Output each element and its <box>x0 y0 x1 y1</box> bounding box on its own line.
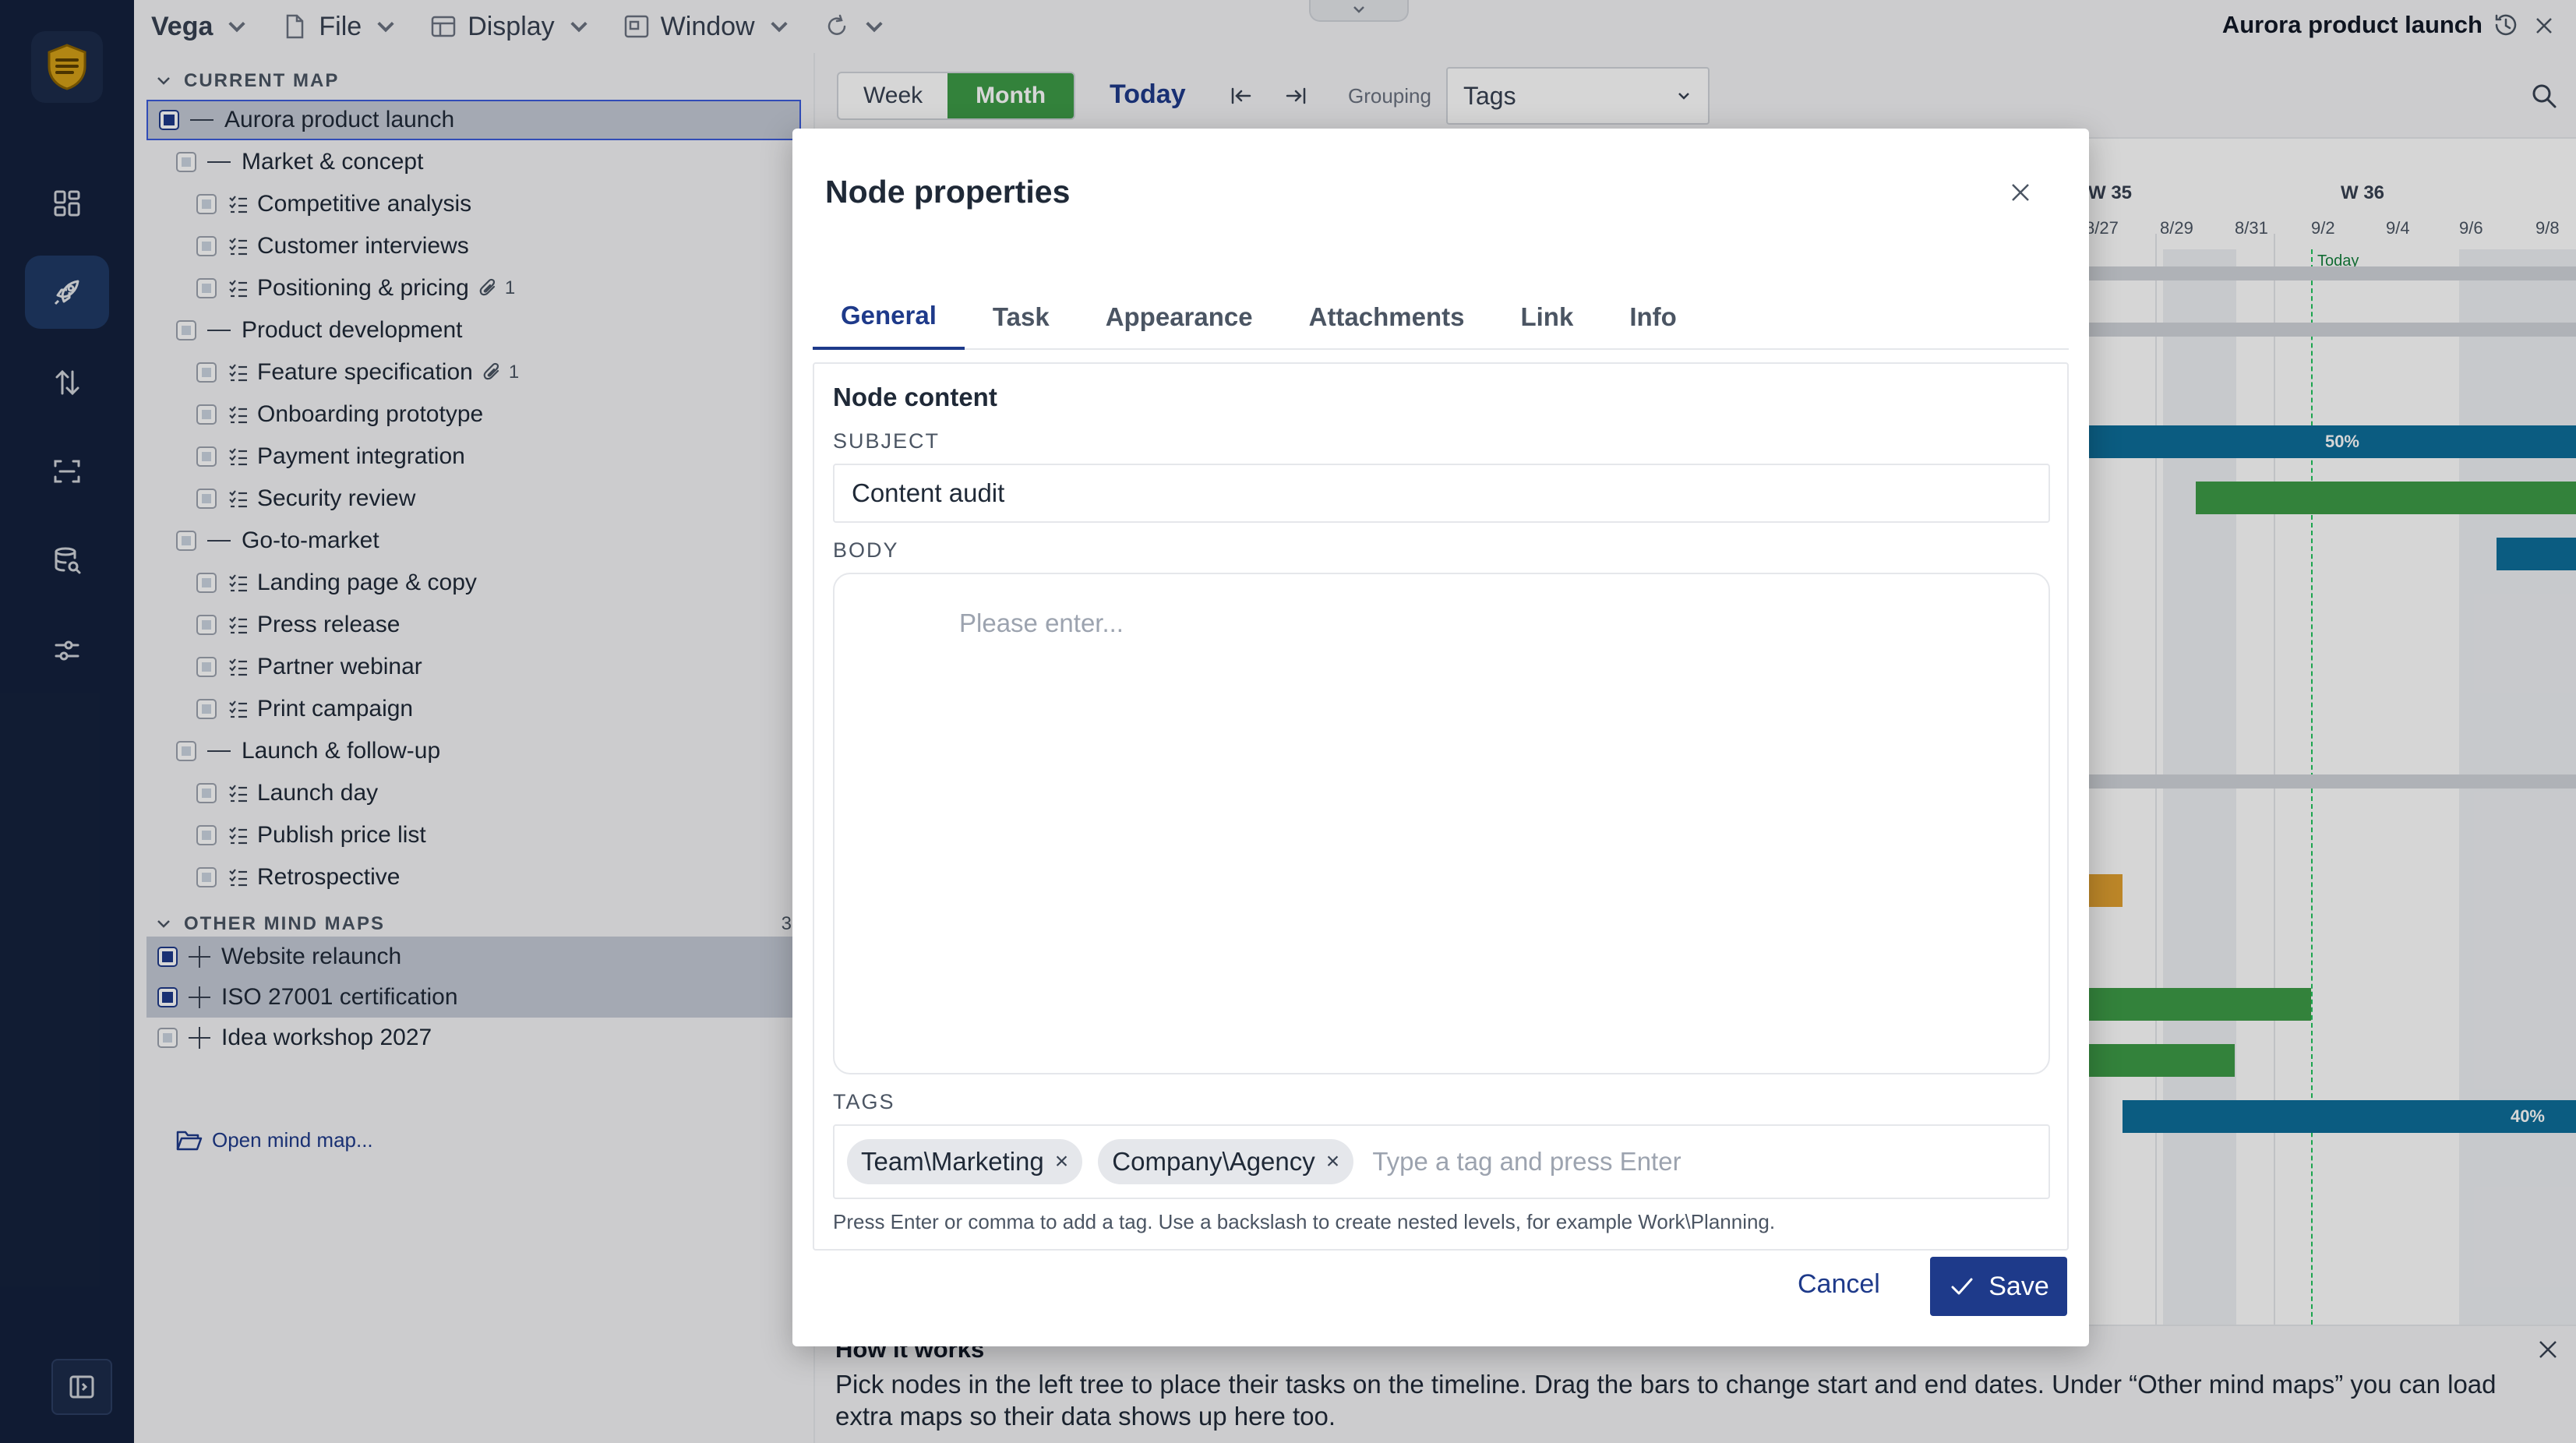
close-icon[interactable] <box>2006 178 2034 206</box>
subject-input[interactable]: Content audit <box>833 464 2050 523</box>
tag-input-placeholder[interactable]: Type a tag and press Enter <box>1372 1147 1681 1177</box>
body-placeholder: Please enter... <box>959 609 1124 637</box>
body-label: BODY <box>833 538 899 562</box>
tags-label: TAGS <box>833 1090 895 1113</box>
subject-label: SUBJECT <box>833 429 940 453</box>
tab-appearance[interactable]: Appearance <box>1078 284 1281 350</box>
dialog-title: Node properties <box>825 174 1071 210</box>
subject-value: Content audit <box>852 478 1005 507</box>
remove-tag-icon[interactable]: × <box>1326 1148 1340 1175</box>
tab-info[interactable]: Info <box>1601 284 1704 350</box>
cancel-button[interactable]: Cancel <box>1798 1269 1880 1300</box>
dialog-tabs: General Task Appearance Attachments Link… <box>813 284 2069 350</box>
save-label: Save <box>1988 1271 2049 1301</box>
check-icon <box>1951 1278 1973 1295</box>
tags-input[interactable]: Team\Marketing × Company\Agency × Type a… <box>833 1124 2050 1199</box>
tag-chip: Company\Agency × <box>1098 1139 1354 1184</box>
tags-hint: Press Enter or comma to add a tag. Use a… <box>833 1210 1776 1233</box>
section-title: Node content <box>833 383 997 411</box>
tab-attachments[interactable]: Attachments <box>1281 284 1493 350</box>
tag-chip: Team\Marketing × <box>847 1139 1083 1184</box>
tab-task[interactable]: Task <box>965 284 1078 350</box>
node-content-card: Node content SUBJECT Content audit BODY … <box>813 362 2069 1251</box>
save-button[interactable]: Save <box>1930 1257 2067 1316</box>
remove-tag-icon[interactable]: × <box>1055 1148 1069 1175</box>
body-editor[interactable]: Please enter... <box>833 573 2050 1074</box>
tag-label: Team\Marketing <box>861 1147 1044 1176</box>
tab-link[interactable]: Link <box>1492 284 1601 350</box>
node-properties-dialog: Node properties General Task Appearance … <box>792 129 2089 1346</box>
tag-label: Company\Agency <box>1112 1147 1315 1176</box>
tab-general[interactable]: General <box>813 284 965 350</box>
